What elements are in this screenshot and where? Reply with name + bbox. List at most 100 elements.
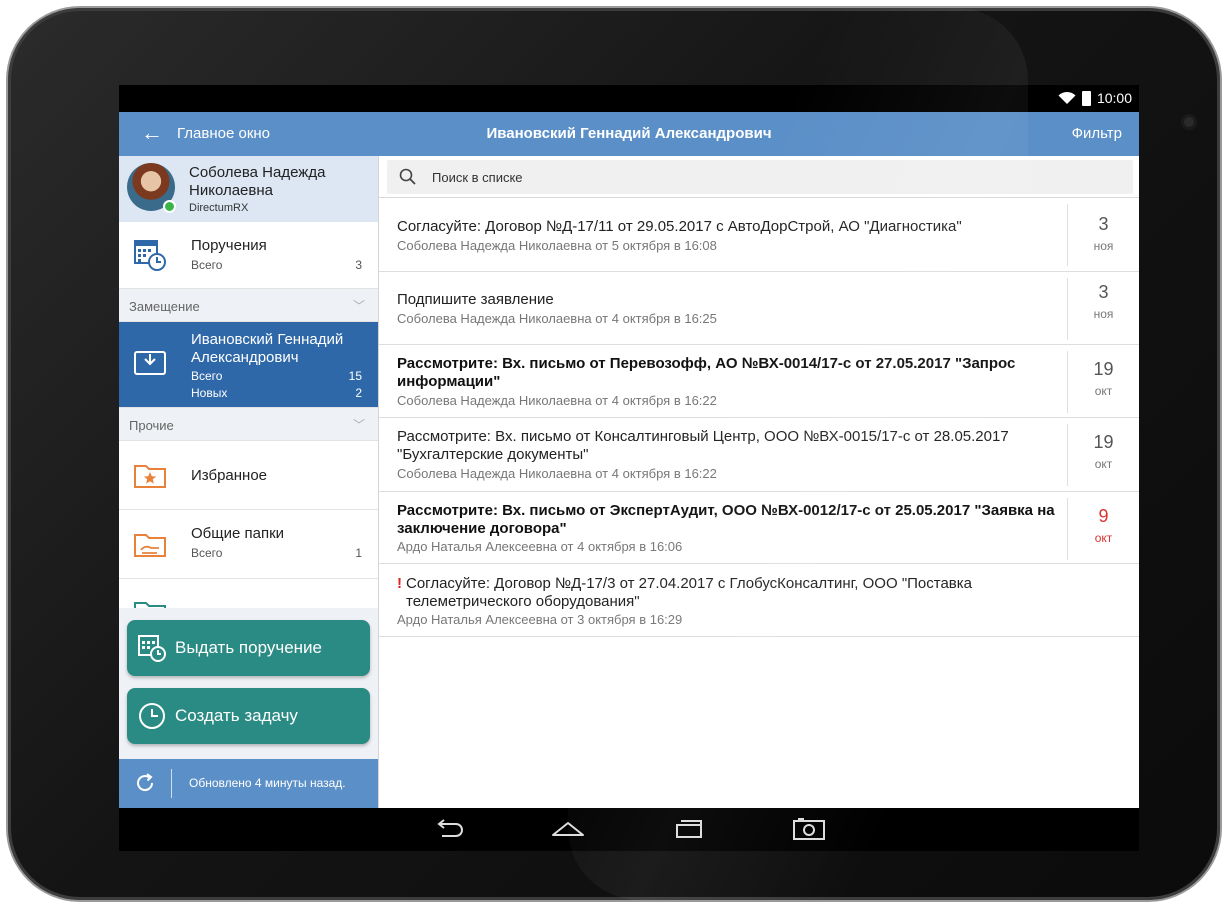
high-priority-icon: ! xyxy=(397,575,402,592)
front-camera xyxy=(1181,114,1197,130)
sidebar-item-count: 1 xyxy=(355,546,362,560)
task-title: Рассмотрите: Вх. письмо от Перевозофф, А… xyxy=(397,355,1016,390)
profile-org: DirectumRX xyxy=(189,202,249,214)
sidebar-item-label: Общие папки xyxy=(191,525,285,542)
button-label: Выдать поручение xyxy=(175,638,322,657)
separator xyxy=(171,769,172,798)
task-item[interactable]: Рассмотрите: Вх. письмо от ЭкспертАудит,… xyxy=(379,492,1139,564)
due-day: 3 xyxy=(1098,282,1109,302)
calendar-clock-icon xyxy=(134,240,166,271)
sidebar-item-count: 3 xyxy=(355,258,362,272)
sidebar-item-assignments[interactable]: Поручения Всего 3 xyxy=(119,222,378,288)
sync-status: Обновлено 4 минуты назад. xyxy=(189,776,346,790)
due-month: окт xyxy=(1094,457,1113,471)
shared-folder-icon xyxy=(134,534,166,557)
search-input[interactable]: Поиск в списке xyxy=(387,160,1133,194)
online-status-icon xyxy=(163,200,176,213)
favorites-folder-icon xyxy=(134,465,166,488)
back-button[interactable]: ← Главное окно xyxy=(141,122,270,144)
inbox-folder-icon xyxy=(134,351,166,375)
back-icon[interactable] xyxy=(432,817,466,841)
system-nav-bar xyxy=(119,808,1139,851)
task-title: Согласуйте: Договор №Д-17/11 от 29.05.20… xyxy=(397,218,962,235)
profile-name: Соболева Надежда Николаевна xyxy=(189,164,326,199)
task-meta: Ардо Наталья Алексеевна от 4 октября в 1… xyxy=(397,539,683,554)
section-other[interactable]: Прочие ﹀ xyxy=(119,407,378,441)
actions-panel: Выдать поручение Создать задачу xyxy=(119,608,378,759)
due-month: окт xyxy=(1094,531,1113,545)
sidebar-item-shared-folders[interactable]: Общие папки Всего 1 xyxy=(119,510,378,578)
home-icon[interactable] xyxy=(551,817,585,841)
recent-apps-icon[interactable] xyxy=(672,817,706,841)
refresh-icon[interactable] xyxy=(134,772,156,794)
user-profile[interactable]: Соболева Надежда Николаевна DirectumRX xyxy=(119,156,378,222)
sidebar-item-label: Ивановский Геннадий Александрович xyxy=(191,331,344,366)
create-task-button[interactable]: Создать задачу xyxy=(127,688,370,744)
due-month: окт xyxy=(1094,384,1113,398)
sidebar-item-label: Избранное xyxy=(191,467,268,484)
clock-icon xyxy=(139,703,165,729)
due-date: 19 окт xyxy=(1067,424,1139,486)
status-bar: 10:00 xyxy=(119,85,1139,112)
search-icon xyxy=(399,168,416,185)
sidebar-item-sub: Всего xyxy=(191,258,223,272)
new-count: 2 xyxy=(355,386,362,400)
search-bar: Поиск в списке xyxy=(379,156,1139,198)
back-label: Главное окно xyxy=(177,124,271,142)
button-label: Создать задачу xyxy=(175,706,298,725)
section-label: Прочие xyxy=(129,418,174,433)
back-arrow-icon: ← xyxy=(141,120,163,145)
sidebar-item-sub: Всего xyxy=(191,546,223,560)
task-meta: Соболева Надежда Николаевна от 4 октября… xyxy=(397,393,717,408)
task-item[interactable]: Рассмотрите: Вх. письмо от Консалтинговы… xyxy=(379,418,1139,492)
filter-button[interactable]: Фильтр xyxy=(1072,125,1122,142)
section-substitution[interactable]: Замещение ﹀ xyxy=(119,288,378,322)
sync-bar: Обновлено 4 минуты назад. xyxy=(119,759,378,808)
due-date-overdue: 9 окт xyxy=(1067,498,1139,560)
task-meta: Соболева Надежда Николаевна от 4 октября… xyxy=(397,311,717,326)
due-day: 9 xyxy=(1098,506,1109,526)
battery-icon xyxy=(1081,90,1091,106)
status-right: 10:00 xyxy=(1058,90,1132,106)
total-count: 15 xyxy=(348,369,362,383)
wifi-icon xyxy=(1058,91,1076,104)
due-day: 19 xyxy=(1093,359,1114,379)
tablet-frame: 10:00 ← Главное окно Ивановский Геннадий… xyxy=(8,8,1220,900)
page-title: Ивановский Геннадий Александрович xyxy=(486,125,772,142)
clock: 10:00 xyxy=(1096,90,1132,106)
screen: 10:00 ← Главное окно Ивановский Геннадий… xyxy=(119,85,1139,851)
task-title: Согласуйте: Договор №Д-17/3 от 27.04.201… xyxy=(406,575,973,610)
chevron-down-icon: ﹀ xyxy=(352,299,365,313)
section-label: Замещение xyxy=(129,299,200,314)
sidebar-item-substitute[interactable]: Ивановский Геннадий Александрович Всего … xyxy=(119,322,378,407)
task-item[interactable]: Подпишите заявление Соболева Надежда Ник… xyxy=(379,272,1139,345)
due-month: ноя xyxy=(1093,239,1114,253)
task-item[interactable]: Рассмотрите: Вх. письмо от Перевозофф, А… xyxy=(379,345,1139,418)
due-month: ноя xyxy=(1093,307,1114,321)
total-label: Всего xyxy=(191,369,223,383)
due-date: 19 окт xyxy=(1067,351,1139,413)
task-meta: Соболева Надежда Николаевна от 5 октября… xyxy=(397,238,717,253)
task-meta: Соболева Надежда Николаевна от 4 октября… xyxy=(397,466,717,481)
sidebar-item-label: Поручения xyxy=(191,237,267,254)
new-label: Новых xyxy=(191,386,228,400)
search-placeholder: Поиск в списке xyxy=(432,170,523,185)
screenshot-icon[interactable] xyxy=(792,817,826,841)
task-item[interactable]: ! Согласуйте: Договор №Д-17/3 от 27.04.2… xyxy=(379,564,1139,637)
task-item[interactable]: Согласуйте: Договор №Д-17/11 от 29.05.20… xyxy=(379,198,1139,272)
task-title: Рассмотрите: Вх. письмо от Консалтинговы… xyxy=(397,428,1009,463)
due-day: 3 xyxy=(1098,214,1109,234)
sidebar: Соболева Надежда Николаевна DirectumRX П… xyxy=(119,156,379,808)
task-list-panel: Поиск в списке Согласуйте: Договор №Д-17… xyxy=(379,156,1139,808)
due-day: 19 xyxy=(1093,432,1114,452)
issue-assignment-button[interactable]: Выдать поручение xyxy=(127,620,370,676)
chevron-down-icon: ﹀ xyxy=(352,418,365,432)
calendar-clock-icon xyxy=(138,635,166,662)
app-bar: ← Главное окно Ивановский Геннадий Алекс… xyxy=(119,112,1139,156)
sidebar-item-favorites[interactable]: Избранное xyxy=(119,441,378,509)
task-meta: Ардо Наталья Алексеевна от 3 октября в 1… xyxy=(397,612,683,627)
due-date: 3 ноя xyxy=(1067,204,1139,266)
task-title: Рассмотрите: Вх. письмо от ЭкспертАудит,… xyxy=(397,502,1055,537)
task-title: Подпишите заявление xyxy=(397,291,554,308)
due-date: 3 ноя xyxy=(1067,278,1139,340)
